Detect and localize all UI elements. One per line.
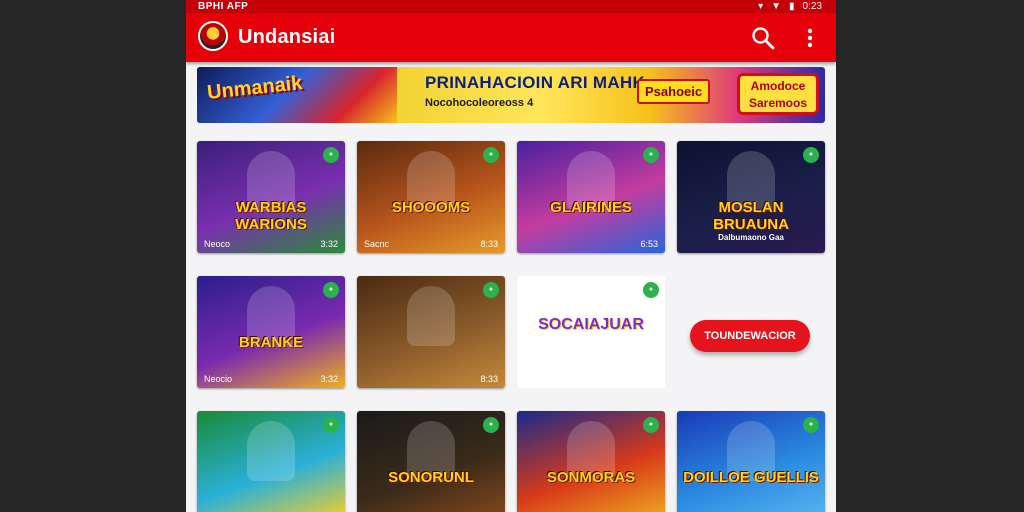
tile-title: SONMORAS bbox=[546, 469, 636, 486]
game-tile[interactable]: GLAIRINES 6:53 ● bbox=[517, 141, 665, 253]
banner-title: PRINAHACIOIN ARI MAHK bbox=[425, 73, 646, 92]
promo-banner[interactable]: Unmanaik PRINAHACIOIN ARI MAHK Nocohocol… bbox=[197, 67, 825, 123]
tile-provider: Sacnc bbox=[364, 239, 390, 249]
banner-badge-secondary: Amodoce Saremoos bbox=[737, 73, 819, 115]
status-time: 0:23 bbox=[802, 1, 822, 12]
more-vert-icon[interactable] bbox=[800, 25, 820, 51]
tile-meta: 3:32 bbox=[320, 239, 338, 249]
game-tile[interactable]: ● bbox=[197, 411, 345, 512]
game-tile[interactable]: SONMORAS ● bbox=[517, 411, 665, 512]
tile-meta: 6:53 bbox=[640, 239, 658, 249]
battery-icon: ▮ bbox=[789, 1, 795, 12]
banner-badge: Psahoeic bbox=[637, 79, 711, 104]
app-logo-icon[interactable] bbox=[198, 21, 228, 51]
tile-title: DOILLOE GUELLIS bbox=[683, 469, 819, 486]
new-badge-icon: ● bbox=[483, 282, 499, 298]
game-tile[interactable]: 8:33 ● bbox=[357, 276, 505, 388]
tile-meta: 3:32 bbox=[320, 374, 338, 384]
tile-title: BRANKE bbox=[238, 334, 304, 351]
tile-provider: Neoco bbox=[204, 239, 231, 249]
tile-subtitle: Dalbumaono Gaa bbox=[718, 233, 784, 242]
game-tile[interactable]: SHOOOMS Sacnc 8:33 ● bbox=[357, 141, 505, 253]
app-title: Undansiai bbox=[238, 26, 336, 48]
game-tile[interactable]: WARBIAS WARIONS Neoco 3:32 ● bbox=[197, 141, 345, 253]
new-badge-icon: ● bbox=[483, 417, 499, 433]
status-carrier: BPHI AFP bbox=[198, 1, 249, 12]
tile-character bbox=[407, 286, 455, 346]
game-tile[interactable]: SOCAIAJUAR ● bbox=[517, 276, 665, 388]
status-bar: BPHI AFP ▾ ▼ ▮ 0:23 bbox=[186, 0, 836, 13]
new-badge-icon: ● bbox=[323, 417, 339, 433]
wifi-icon: ▼ bbox=[771, 1, 782, 12]
new-badge-icon: ● bbox=[643, 282, 659, 298]
new-badge-icon: ● bbox=[483, 147, 499, 163]
tile-title: WARBIAS WARIONS bbox=[235, 199, 307, 233]
game-tile[interactable]: BRANKE Neocio 3:32 ● bbox=[197, 276, 345, 388]
tile-title: GLAIRINES bbox=[550, 199, 632, 216]
status-icons: ▾ ▼ ▮ 0:23 bbox=[758, 0, 822, 13]
tile-provider: Neocio bbox=[204, 374, 233, 384]
new-badge-icon: ● bbox=[643, 417, 659, 433]
game-tile[interactable]: DOILLOE GUELLIS ● bbox=[677, 411, 825, 512]
tile-title: SOCAIAJUAR bbox=[538, 316, 644, 333]
right-letterbox bbox=[836, 0, 1024, 512]
new-badge-icon: ● bbox=[803, 417, 819, 433]
tile-character bbox=[247, 421, 295, 481]
signal-icon: ▾ bbox=[758, 1, 764, 12]
game-tile[interactable]: MOSLAN BRUAUNA Dalbumaono Gaa ● bbox=[677, 141, 825, 253]
app-window: BPHI AFP ▾ ▼ ▮ 0:23 Undansiai Unmanaik P… bbox=[186, 0, 836, 512]
left-letterbox bbox=[0, 0, 186, 512]
tile-title: MOSLAN BRUAUNA bbox=[713, 199, 789, 233]
game-tile[interactable]: SONORUNL ● bbox=[357, 411, 505, 512]
tile-title: SONORUNL bbox=[388, 469, 474, 486]
tile-meta: 8:33 bbox=[480, 239, 498, 249]
new-badge-icon: ● bbox=[323, 147, 339, 163]
tile-title: SHOOOMS bbox=[391, 199, 471, 216]
app-bar: Undansiai bbox=[186, 13, 836, 62]
banner-subtitle: Nocohocoleoreoss 4 bbox=[425, 97, 534, 109]
primary-action-button[interactable]: TOUNDEWACIOR bbox=[690, 320, 810, 352]
new-badge-icon: ● bbox=[323, 282, 339, 298]
new-badge-icon: ● bbox=[803, 147, 819, 163]
search-icon[interactable] bbox=[750, 25, 776, 51]
tile-meta: 8:33 bbox=[480, 374, 498, 384]
new-badge-icon: ● bbox=[643, 147, 659, 163]
